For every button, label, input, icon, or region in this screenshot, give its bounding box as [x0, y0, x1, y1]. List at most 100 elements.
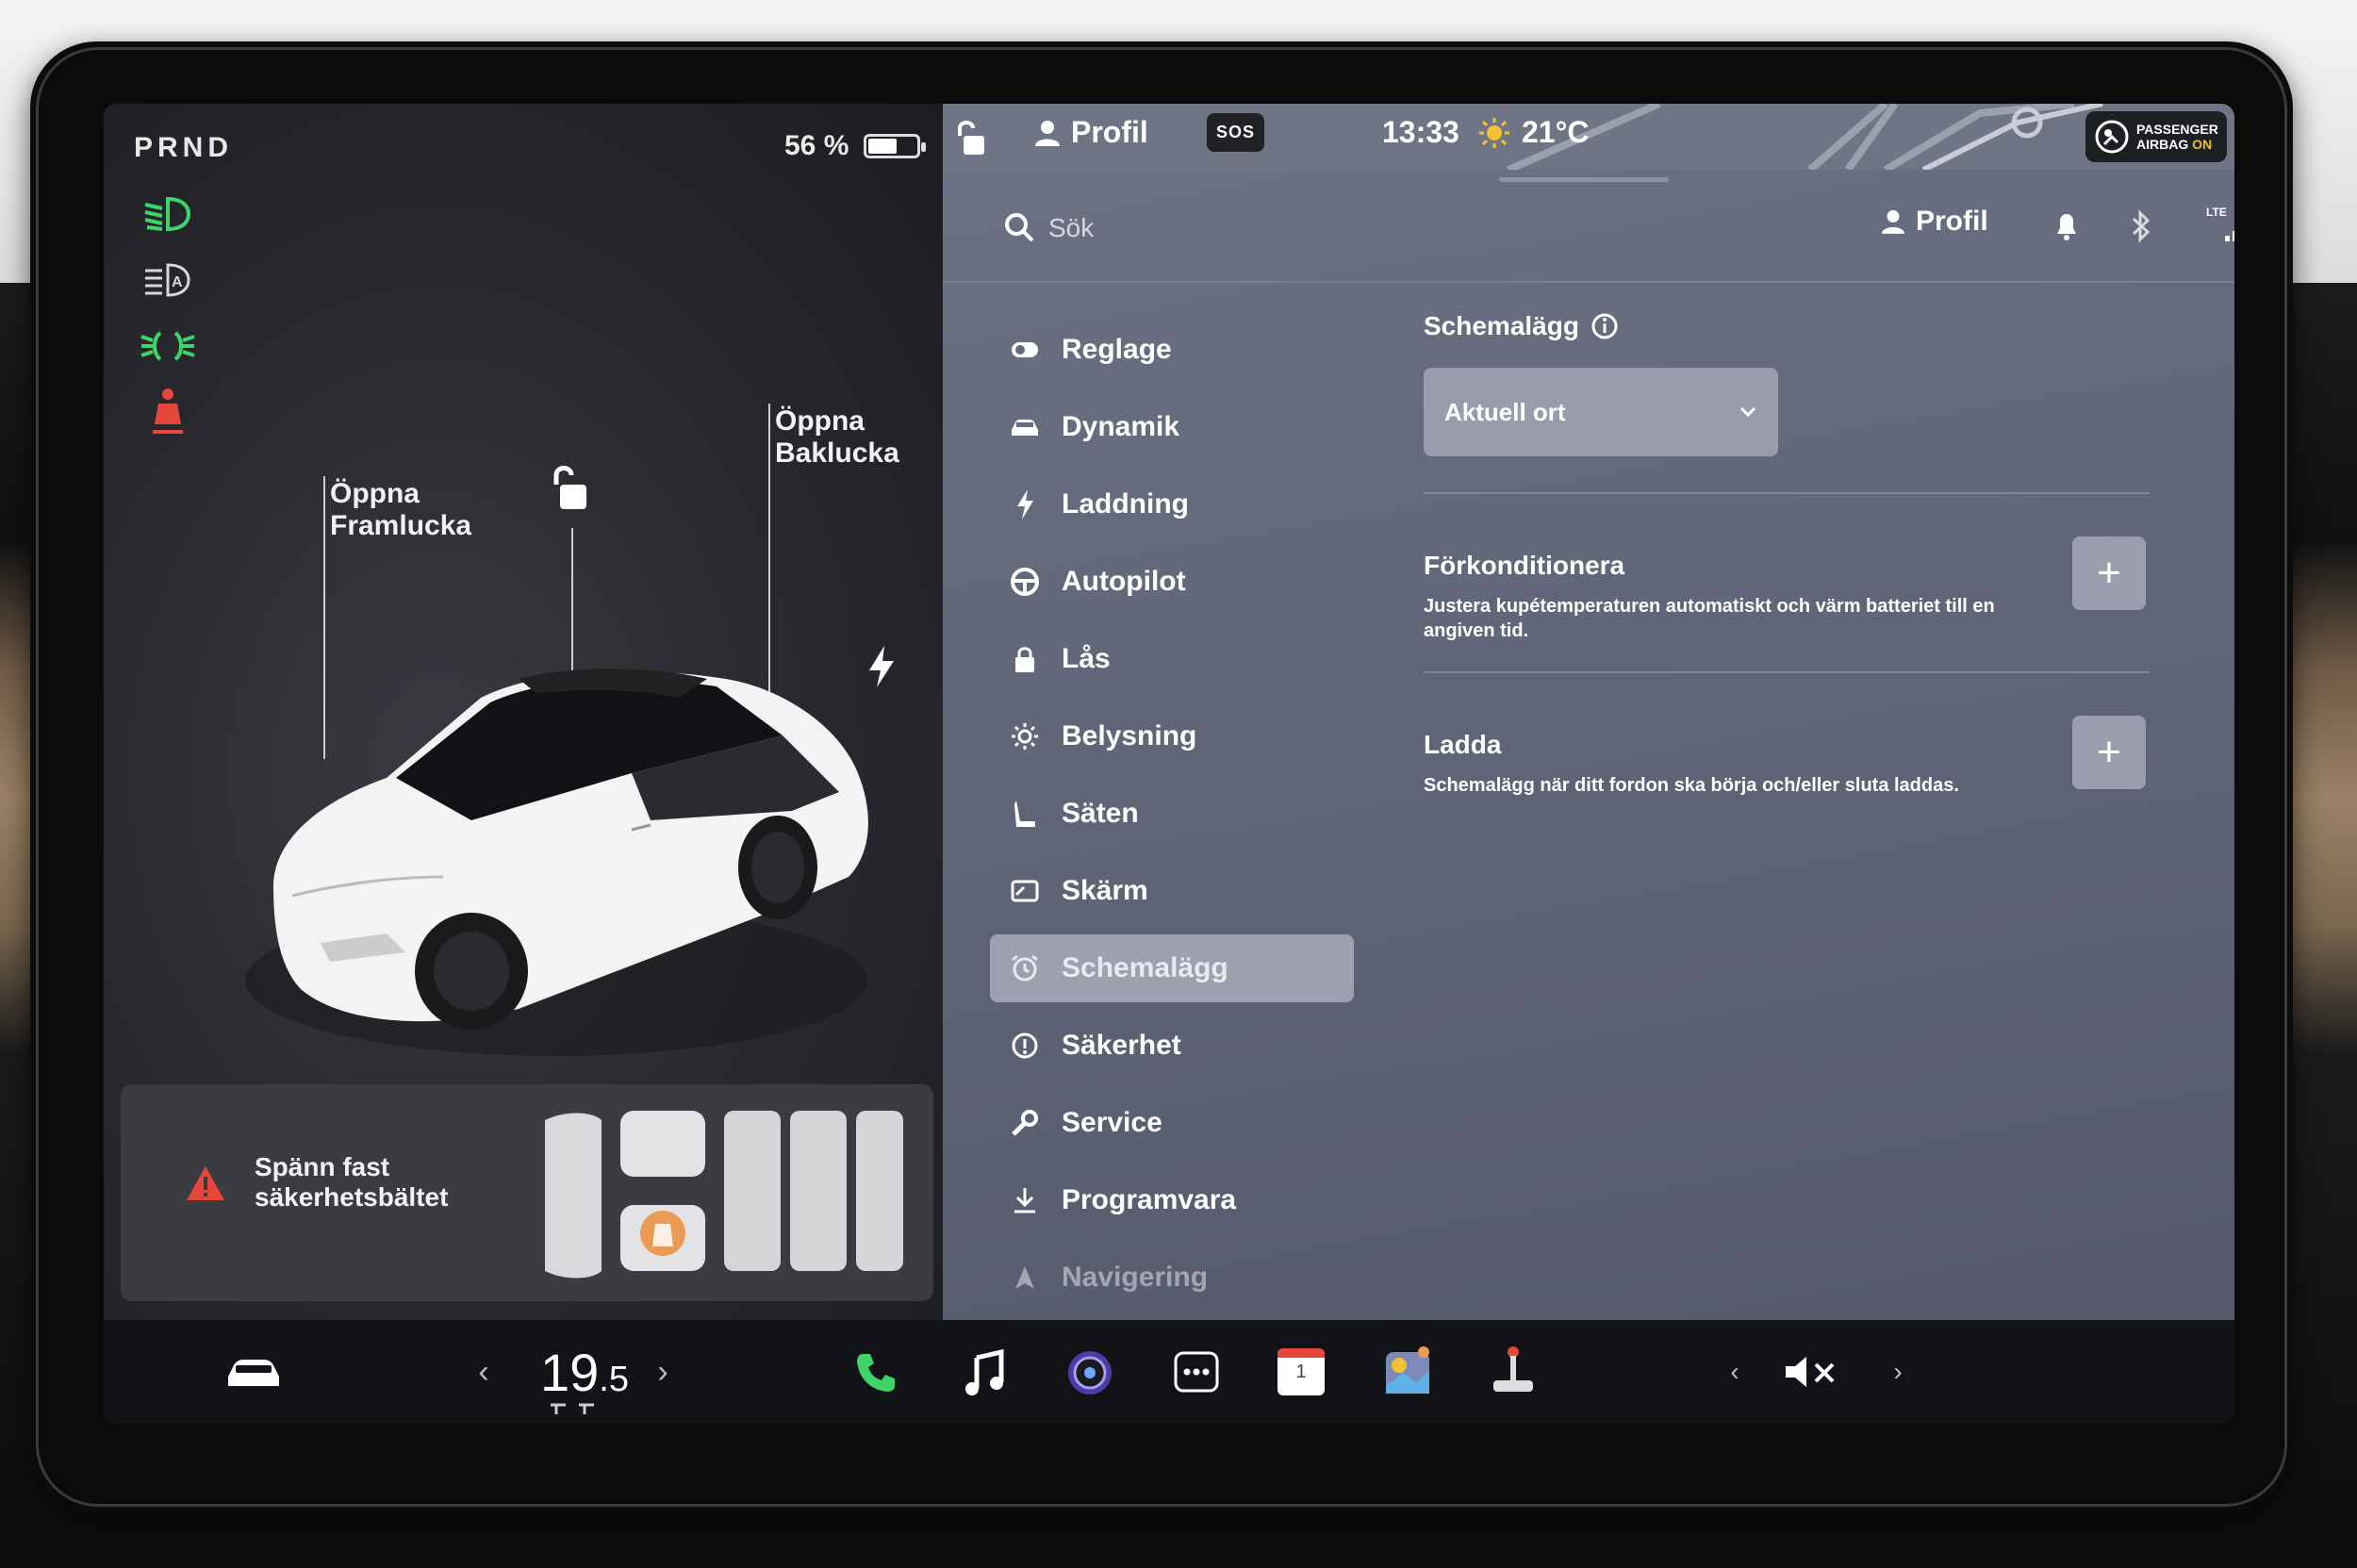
chevron-down-icon: [1739, 406, 1756, 418]
add-charge-schedule-button[interactable]: +: [2072, 716, 2146, 789]
lock-status-icon[interactable]: [954, 119, 988, 157]
passenger-airbag-indicator: PASSENGER AIRBAG ON: [2085, 111, 2227, 162]
menu-item-label: Skärm: [1062, 875, 1148, 906]
steering-wheel-icon: [1009, 566, 1041, 598]
volume-up-button[interactable]: ›: [1884, 1320, 1912, 1424]
volume-down-button[interactable]: ‹: [1721, 1320, 1749, 1424]
info-icon[interactable]: [1591, 312, 1619, 340]
settings-menu: Reglage Dynamik Laddning Autopilot Lås Belysn…: [990, 311, 1367, 1316]
sos-button[interactable]: SOS: [1207, 113, 1265, 152]
menu-item-label: Säkerhet: [1062, 1030, 1181, 1061]
frunk-open-label[interactable]: Öppna Framlucka: [330, 478, 471, 542]
menu-item-programvara[interactable]: Programvara: [990, 1162, 1367, 1239]
menu-item-label: Belysning: [1062, 720, 1197, 751]
display-icon: [1009, 875, 1041, 907]
low-beam-icon: [144, 196, 191, 232]
seatbelt-alert-text: Spänn fast säkerhetsbältet: [255, 1152, 449, 1212]
menu-item-navigering[interactable]: Navigering: [990, 1239, 1367, 1316]
menu-item-label: Lås: [1062, 643, 1111, 674]
more-icon[interactable]: [1173, 1350, 1220, 1394]
clock: 13:33: [1382, 115, 1459, 149]
bluetooth-icon[interactable]: [2131, 209, 2151, 243]
menu-item-belysning[interactable]: Belysning: [990, 698, 1367, 775]
battery-status: 56 %: [784, 130, 927, 162]
location-select[interactable]: Aktuell ort: [1424, 368, 1778, 456]
seatbelt-warning-icon: [153, 388, 183, 434]
toybox-icon[interactable]: [1384, 1345, 1433, 1395]
temp-down-button[interactable]: ‹: [470, 1320, 498, 1424]
charge-title: Ladda: [1424, 730, 1502, 759]
settings-panel: Profil LTE Reglage Dynamik Laddning Autopil…: [943, 170, 2234, 1320]
calendar-icon[interactable]: 1: [1277, 1348, 1325, 1395]
seat-icon: [1009, 798, 1041, 830]
light-icon: [1009, 720, 1041, 752]
unlock-icon[interactable]: [547, 462, 590, 515]
parking-lights-icon: [140, 331, 195, 361]
touchscreen: PRND 56 % A Öppna Framlucka Öppna Bakluc…: [104, 104, 2234, 1424]
joystick-icon[interactable]: [1490, 1345, 1537, 1397]
trunk-open-label[interactable]: Öppna Baklucka: [775, 405, 899, 470]
schedule-content: Schemalägg Aktuell ort Förkonditionera J…: [1424, 311, 2178, 798]
header-profile-button[interactable]: Profil: [1882, 206, 1988, 238]
car-menu-icon[interactable]: [224, 1356, 283, 1390]
menu-item-label: Säten: [1062, 798, 1139, 829]
wrench-icon: [1009, 1107, 1041, 1139]
mute-icon[interactable]: [1784, 1354, 1838, 1390]
search-input[interactable]: [1048, 207, 1520, 249]
menu-item-säten[interactable]: Säten: [990, 775, 1367, 852]
precondition-title: Förkonditionera: [1424, 551, 1625, 580]
menu-item-label: Programvara: [1062, 1184, 1237, 1215]
schedule-heading: Schemalägg: [1424, 311, 2178, 341]
airbag-icon: [2095, 120, 2129, 154]
car-icon: [1009, 411, 1041, 443]
menu-item-service[interactable]: Service: [990, 1084, 1367, 1162]
temp-up-button[interactable]: ›: [649, 1320, 677, 1424]
menu-item-dynamik[interactable]: Dynamik: [990, 388, 1367, 466]
person-icon: [1035, 120, 1060, 146]
menu-item-label: Service: [1062, 1107, 1162, 1138]
bell-icon[interactable]: [2053, 211, 2080, 241]
menu-item-label: Dynamik: [1062, 411, 1180, 442]
seat-heater-icon[interactable]: [547, 1401, 600, 1416]
precondition-row: Förkonditionera Justera kupétemperaturen…: [1424, 494, 2150, 643]
menu-item-lås[interactable]: Lås: [990, 620, 1367, 698]
status-bar: Profil SOS 13:33 21°C PASSENGER AIRBAG O…: [943, 104, 2234, 170]
sun-icon: [1479, 117, 1509, 148]
menu-item-reglage[interactable]: Reglage: [990, 311, 1367, 388]
menu-item-label: Laddning: [1062, 488, 1189, 520]
car-panel: PRND 56 % A Öppna Framlucka Öppna Bakluc…: [104, 104, 943, 1320]
precondition-description: Justera kupétemperaturen automatiskt och…: [1424, 596, 1995, 641]
taskbar: ‹ 19.5 › 1 ‹ ›: [104, 1320, 2234, 1424]
seat-occupancy-map: [545, 1111, 903, 1279]
battery-icon: [864, 134, 927, 158]
toggle-icon: [1009, 334, 1041, 366]
download-icon: [1009, 1184, 1041, 1216]
car-render: [245, 668, 868, 1056]
charge-row: Ladda Schemalägg när ditt fordon ska bör…: [1424, 673, 2150, 798]
menu-item-label: Schemalägg: [1062, 952, 1228, 983]
menu-item-laddning[interactable]: Laddning: [990, 466, 1367, 543]
gear-indicator: PRND: [134, 132, 234, 163]
seatbelt-alert-card: Spänn fast säkerhetsbältet: [121, 1084, 933, 1301]
navigation-icon: [1009, 1262, 1041, 1294]
weather: 21°C: [1478, 115, 1590, 150]
camera-icon[interactable]: [1065, 1348, 1114, 1397]
battery-percent: 56 %: [784, 130, 849, 161]
svg-text:A: A: [172, 274, 183, 290]
music-icon[interactable]: [964, 1348, 1005, 1397]
profile-shortcut[interactable]: Profil: [1035, 115, 1148, 150]
bolt-icon: [1009, 488, 1041, 520]
warning-icon: [187, 1166, 224, 1200]
search-icon[interactable]: [1003, 211, 1035, 243]
menu-item-säkerhet[interactable]: Säkerhet: [990, 1007, 1367, 1084]
alarm-clock-icon: [1009, 952, 1041, 984]
auto-high-beam-icon: A: [145, 263, 190, 297]
menu-item-schemalägg[interactable]: Schemalägg: [990, 934, 1354, 1002]
phone-icon[interactable]: [853, 1350, 898, 1395]
lte-signal-icon: LTE: [2206, 206, 2234, 243]
charge-description: Schemalägg när ditt fordon ska börja och…: [1424, 775, 1959, 796]
person-icon: [1882, 210, 1904, 234]
menu-item-autopilot[interactable]: Autopilot: [990, 543, 1367, 620]
add-precondition-button[interactable]: +: [2072, 536, 2146, 610]
menu-item-skärm[interactable]: Skärm: [990, 852, 1367, 930]
